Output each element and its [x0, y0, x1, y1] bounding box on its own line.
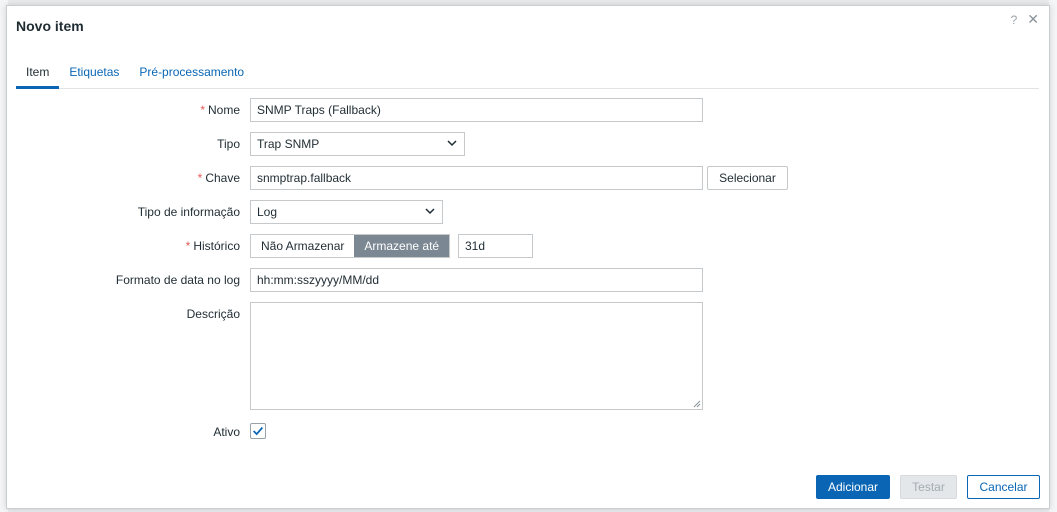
description-label: Descrição — [186, 307, 240, 321]
info-type-select-value: Log — [257, 205, 278, 219]
select-key-button[interactable]: Selecionar — [707, 166, 788, 190]
tab-preprocessing[interactable]: Pré-processamento — [129, 58, 254, 89]
background-page-strip-right — [1049, 0, 1057, 512]
required-marker: * — [185, 239, 191, 253]
required-marker: * — [197, 171, 203, 185]
info-type-select[interactable]: Log — [250, 200, 443, 224]
tab-bar: Item Etiquetas Pré-processamento — [16, 58, 1039, 89]
dialog-header-icons: ? ✕ — [1011, 11, 1039, 28]
type-label: Tipo — [217, 137, 240, 151]
key-input[interactable]: snmptrap.fallback — [250, 166, 703, 190]
history-label-text: Histórico — [193, 239, 240, 253]
enabled-label: Ativo — [213, 425, 240, 439]
key-label: * Chave — [198, 171, 240, 185]
key-label-text: Chave — [205, 171, 240, 185]
history-mode-toggle: Não Armazenar Armazene até — [250, 234, 451, 258]
tab-tags[interactable]: Etiquetas — [59, 58, 129, 89]
history-option-yes[interactable]: Armazene até — [354, 235, 450, 257]
help-icon[interactable]: ? — [1011, 13, 1018, 27]
close-icon[interactable]: ✕ — [1027, 11, 1039, 28]
tab-item[interactable]: Item — [16, 58, 60, 89]
name-label-text: Nome — [207, 103, 240, 117]
chevron-down-icon — [447, 140, 457, 147]
name-label: * Nome — [200, 103, 240, 117]
cancel-button[interactable]: Cancelar — [967, 475, 1040, 499]
info-type-label: Tipo de informação — [137, 205, 240, 219]
type-select-value: Trap SNMP — [257, 137, 320, 151]
log-format-input[interactable]: hh:mm:sszyyyy/MM/dd — [250, 268, 703, 292]
history-period-input[interactable]: 31d — [458, 234, 533, 258]
add-button[interactable]: Adicionar — [816, 475, 890, 499]
history-option-no[interactable]: Não Armazenar — [251, 235, 354, 257]
chevron-down-icon — [425, 208, 435, 215]
enabled-checkbox[interactable] — [250, 423, 266, 439]
resize-grip-icon[interactable] — [693, 400, 701, 408]
test-button[interactable]: Testar — [900, 475, 957, 499]
description-textarea[interactable] — [250, 302, 703, 410]
name-input[interactable]: SNMP Traps (Fallback) — [250, 98, 703, 122]
history-label: * Histórico — [186, 239, 240, 253]
checkmark-icon — [253, 426, 264, 436]
required-marker: * — [200, 103, 205, 117]
new-item-dialog: Novo item ? ✕ Item Etiquetas Pré-process… — [6, 5, 1050, 509]
log-format-label: Formato de data no log — [115, 273, 240, 287]
type-select[interactable]: Trap SNMP — [250, 132, 465, 156]
dialog-title: Novo item — [16, 18, 84, 34]
